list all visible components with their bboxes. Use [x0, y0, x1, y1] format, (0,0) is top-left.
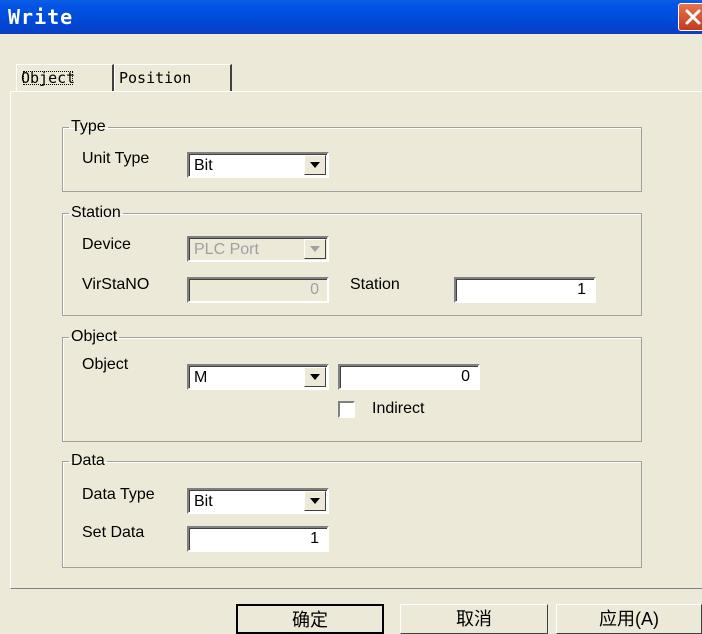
indirect-checkbox[interactable] [338, 401, 355, 418]
data-type-select[interactable]: Bit [187, 488, 329, 514]
unit-type-value: Bit [194, 157, 213, 174]
data-type-label: Data Type [82, 486, 155, 503]
close-icon [685, 9, 701, 25]
station-label: Station [350, 276, 400, 293]
close-button[interactable] [678, 3, 702, 31]
set-data-label: Set Data [82, 524, 145, 541]
unit-type-label: Unit Type [82, 150, 150, 167]
chevron-down-icon [310, 498, 320, 504]
title-bar: Write [0, 0, 702, 34]
unit-type-dropdown-button[interactable] [304, 155, 326, 175]
object-legend: Object [71, 328, 118, 345]
object-label: Object [82, 356, 129, 373]
ok-button[interactable]: 确定 [236, 604, 384, 634]
unit-type-select[interactable]: Bit [187, 152, 329, 178]
chevron-down-icon [310, 162, 320, 168]
data-group: Data [62, 452, 642, 568]
data-type-dropdown-button[interactable] [304, 491, 326, 511]
tab-object[interactable]: Object [16, 64, 114, 92]
data-legend: Data [71, 452, 105, 469]
tab-position-label: Position [119, 69, 192, 87]
cancel-button[interactable]: 取消 [400, 604, 548, 634]
station-legend: Station [71, 204, 121, 221]
station-input[interactable]: 1 [454, 277, 596, 303]
window-title: Write [8, 5, 74, 29]
chevron-down-icon [310, 246, 320, 252]
object-select[interactable]: M [187, 364, 329, 390]
tab-position[interactable]: Position [114, 64, 232, 92]
device-select: PLC Port [187, 236, 329, 262]
object-dropdown-button[interactable] [304, 367, 326, 387]
object-value: M [194, 369, 208, 386]
device-label: Device [82, 236, 131, 253]
tab-object-label: Object [21, 69, 76, 87]
apply-button[interactable]: 应用(A) [556, 604, 702, 634]
type-legend: Type [71, 118, 106, 135]
chevron-down-icon [310, 374, 320, 380]
data-type-value: Bit [194, 493, 213, 510]
object-address-input[interactable]: 0 [338, 364, 480, 390]
virstano-input: 0 [187, 277, 329, 303]
set-data-input[interactable]: 1 [187, 526, 329, 552]
virstano-label: VirStaNO [82, 276, 150, 293]
indirect-label: Indirect [372, 400, 425, 417]
device-dropdown-button [304, 239, 326, 259]
device-value: PLC Port [194, 241, 259, 258]
